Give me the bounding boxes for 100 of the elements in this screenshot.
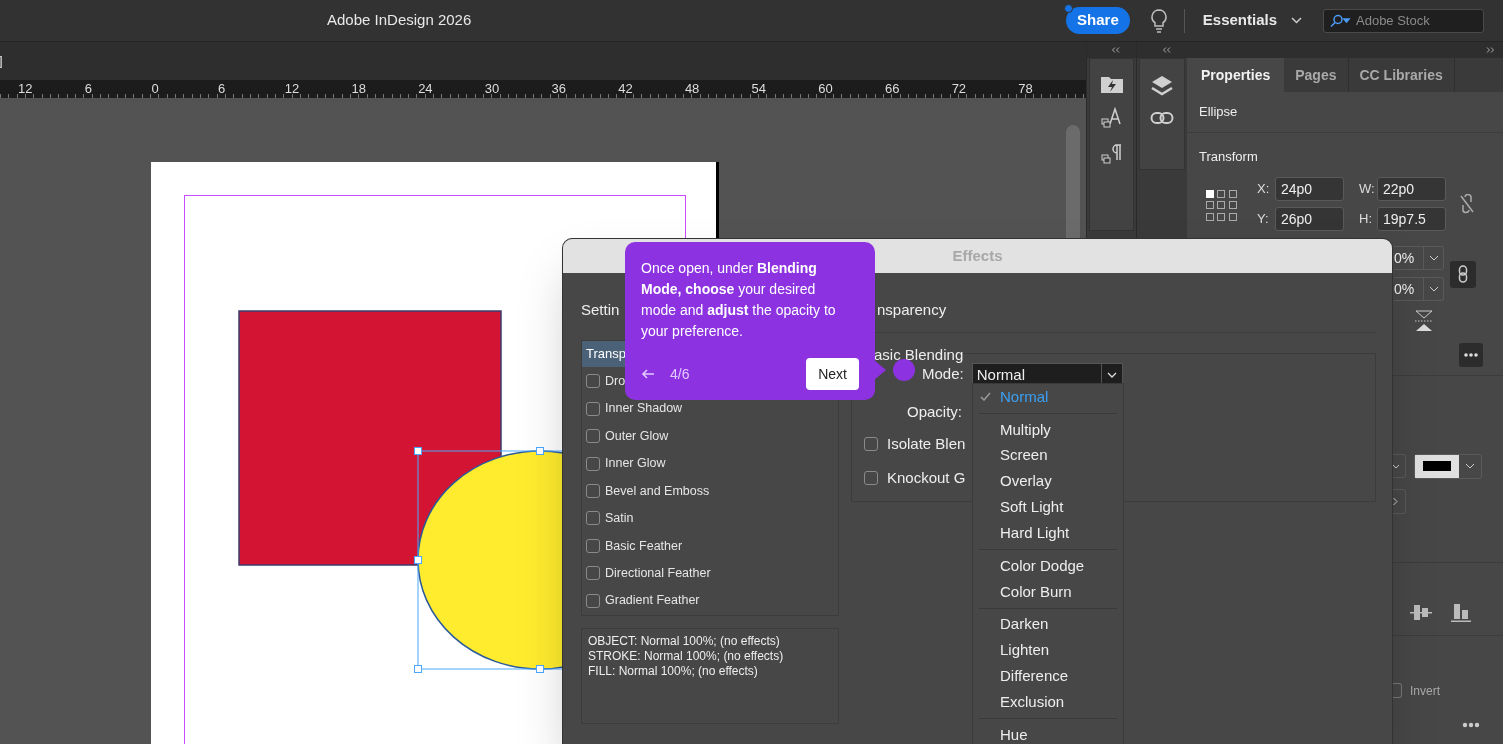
expand-icon[interactable] (1486, 47, 1495, 53)
menu-item[interactable]: Overlay (973, 468, 1123, 495)
more-icon[interactable] (1462, 721, 1480, 728)
field-label: Y: (1257, 209, 1270, 228)
menu-item[interactable]: Soft Light (973, 494, 1123, 521)
ruler-number: 12 (18, 81, 33, 96)
checkbox[interactable] (586, 538, 600, 553)
chevron-down-icon (1428, 254, 1439, 261)
checkbox-label: Knockout G (887, 467, 966, 488)
checkbox[interactable] (586, 593, 600, 608)
checkbox[interactable] (864, 437, 878, 452)
collapse-icon[interactable] (1162, 47, 1171, 53)
checkbox[interactable] (586, 484, 600, 498)
menu-item[interactable]: Color Burn (973, 578, 1123, 605)
link-icon[interactable] (1150, 111, 1174, 125)
ruler-number: 24 (418, 81, 433, 96)
menu-item[interactable]: Hard Light (973, 520, 1123, 547)
ruler-number: 36 (551, 81, 566, 96)
reference-point-icon[interactable] (1205, 188, 1238, 222)
input-field[interactable]: 22p0 (1377, 176, 1446, 201)
ruler-number: 78 (1018, 81, 1033, 96)
ruler-number: 54 (751, 81, 767, 96)
flip-icon[interactable] (1414, 309, 1434, 332)
scale-field[interactable]: 0% (1394, 245, 1444, 270)
chevron-down-icon[interactable] (1291, 17, 1302, 24)
lightbulb-icon[interactable] (1149, 8, 1168, 33)
search-icon (1329, 14, 1351, 28)
checkbox[interactable] (586, 401, 600, 416)
checkbox[interactable] (864, 470, 878, 485)
input-field[interactable]: 19p7.5 (1377, 206, 1446, 231)
menu-item[interactable]: Difference (973, 663, 1123, 690)
checkbox[interactable] (586, 374, 600, 389)
color-swatch (1423, 461, 1451, 471)
ruler-number: 0 (151, 81, 159, 96)
menu-item[interactable]: Lighten (973, 637, 1123, 664)
workspace-switcher[interactable]: Essentials (1202, 9, 1277, 32)
ruler-number: 48 (684, 81, 700, 96)
tooltip-text: Once open, under Blending Mode, choose your desired mode and adjust the opacity to your preference. (641, 259, 837, 341)
checkbox[interactable] (586, 456, 600, 471)
step-counter: 4/6 (670, 364, 690, 384)
checkbox-label: Dro (605, 372, 626, 390)
checkbox[interactable] (586, 429, 600, 444)
field-label: Mode: (922, 364, 964, 385)
checkbox-label: Gradient Feather (605, 592, 700, 610)
dialog-title: Effects (952, 245, 1003, 266)
ruler-number: 66 (884, 81, 900, 96)
chevron-right-icon (1393, 496, 1398, 506)
ruler-number: 12 (284, 81, 300, 96)
input-field[interactable]: 24p0 (1275, 176, 1344, 201)
text-style-icon[interactable] (1100, 107, 1123, 129)
back-arrow-icon[interactable] (641, 369, 655, 379)
share-button[interactable]: Share (1066, 7, 1130, 34)
checkbox[interactable] (586, 511, 600, 526)
layers-icon[interactable] (1151, 75, 1173, 97)
section-heading: Transform (1199, 148, 1259, 166)
more-icon (1464, 352, 1478, 357)
menu-item[interactable]: Screen (973, 442, 1123, 469)
field-label: H: (1359, 209, 1373, 228)
next-button[interactable]: Next (806, 358, 859, 390)
object-type-label: Ellipse (1199, 103, 1238, 122)
checkbox-label: Satin (605, 510, 634, 528)
chevron-down-icon (1428, 285, 1439, 292)
menu-item[interactable]: Color Dodge (973, 553, 1123, 579)
menu-item[interactable]: Hue (973, 722, 1123, 744)
collapse-icon[interactable] (1111, 47, 1120, 53)
scale-field[interactable]: 0% (1394, 276, 1444, 301)
ruler-number: 18 (351, 81, 366, 96)
check-icon (980, 392, 991, 402)
align-bottom-icon[interactable] (1450, 603, 1472, 622)
checkbox-label: Bevel and Emboss (605, 482, 710, 500)
ruler-number: 72 (951, 81, 967, 96)
ruler-number: 6 (84, 81, 92, 96)
more-options-button[interactable] (1459, 342, 1483, 367)
unlinked-icon[interactable] (1459, 193, 1475, 214)
ruler-number: 6 (218, 81, 226, 96)
ruler-number: 42 (618, 81, 633, 96)
paragraph-style-icon[interactable] (1100, 143, 1123, 165)
ruler-number: 30 (484, 81, 500, 96)
summary-line: STROKE: Normal 100%; (no effects) (588, 648, 785, 664)
search-field[interactable]: Adobe Stock (1323, 8, 1484, 33)
window-title: Adobe InDesign 2026 (327, 10, 472, 31)
link-button[interactable] (1450, 260, 1476, 288)
chevron-down-icon (1465, 463, 1475, 469)
input-field[interactable]: 26p0 (1275, 206, 1344, 231)
summary-line: OBJECT: Normal 100%; (no effects) (588, 633, 781, 649)
panel-tab[interactable]: Properties (1187, 58, 1285, 92)
field-label: X: (1257, 179, 1271, 198)
stroke-color-field[interactable] (1414, 453, 1482, 479)
menu-item[interactable]: Exclusion (973, 689, 1123, 716)
field-label: Opacity: (907, 401, 964, 422)
checkbox[interactable] (586, 566, 600, 581)
link-icon (1458, 265, 1468, 283)
section-heading: nsparency (877, 300, 948, 320)
menu-item[interactable]: Multiply (973, 416, 1123, 443)
settings-label: Settin (581, 300, 620, 320)
align-center-icon[interactable] (1410, 603, 1432, 622)
checkbox-label: Inner Shadow (605, 400, 683, 418)
checkbox-label: Basic Feather (605, 537, 683, 555)
menu-item[interactable]: Darken (973, 611, 1123, 638)
folder-lightning-icon[interactable] (1100, 75, 1123, 93)
